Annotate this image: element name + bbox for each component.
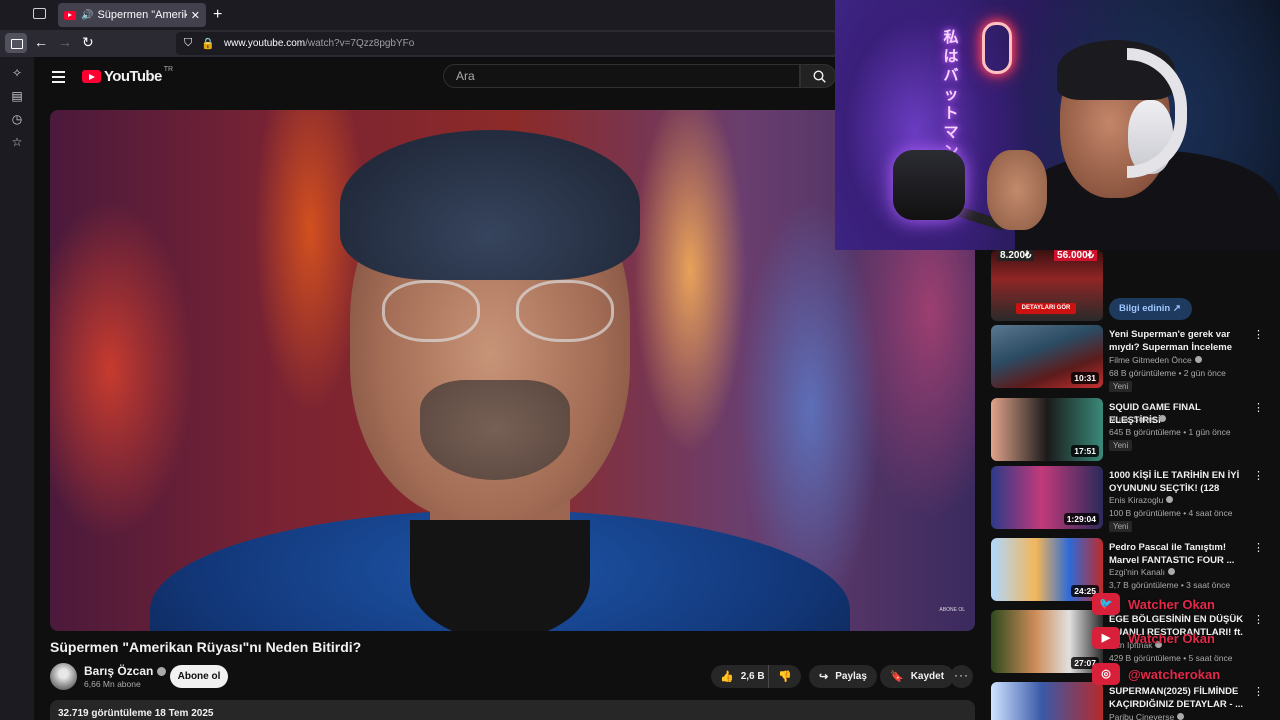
more-options-icon[interactable]: ⋮ <box>1253 328 1264 341</box>
neon-sign-text: 私はバットマン <box>943 29 959 160</box>
tab-title: Süpermen "Amerikan Rüyası"nı Neden Bitir… <box>97 9 187 21</box>
shield-icon[interactable]: ⛉ <box>184 37 192 50</box>
search-input[interactable]: Ara <box>443 64 800 88</box>
channel-name[interactable]: Barış Özcan <box>84 664 167 678</box>
share-icon: ↪ <box>819 671 829 683</box>
more-options-icon[interactable]: ⋮ <box>1253 613 1264 626</box>
browser-sidebar: ✧ ▤ ◷ ☆ <box>0 57 34 720</box>
youtube-logo[interactable]: YouTube TR <box>82 66 173 85</box>
video-thumbnail[interactable]: 27:07 <box>991 610 1103 673</box>
video-thumbnail[interactable]: 1:29:04 <box>991 466 1103 529</box>
video-thumbnail[interactable]: 10:31 <box>991 325 1103 388</box>
lock-icon[interactable]: 🔒 <box>201 37 215 50</box>
video-thumbnail[interactable] <box>991 682 1103 720</box>
youtube-play-icon <box>82 70 101 83</box>
social-youtube-overlay: ▶ Watcher Okan <box>1092 626 1215 650</box>
address-bar[interactable]: ⛉ 🔒 www.youtube.com/watch?v=7Qzz8pgbYFo <box>176 32 836 55</box>
description-box[interactable]: 32.719 görüntüleme 18 Tem 2025 <box>50 700 975 720</box>
microphone-icon <box>893 150 965 220</box>
history-icon[interactable]: ◷ <box>10 112 24 126</box>
external-link-icon: ↗ <box>1172 303 1181 314</box>
sidebar-toggle-icon[interactable] <box>5 33 27 53</box>
twitter-icon: 🐦 <box>1092 593 1120 615</box>
neon-logo-icon <box>982 22 1012 74</box>
recommendation-item[interactable]: 10:31 Yeni Superman'e gerek var mıydı? S… <box>991 325 1264 392</box>
instagram-icon: ◎ <box>1092 663 1120 685</box>
video-thumbnail[interactable]: 24:25 <box>991 538 1103 601</box>
verified-icon <box>1158 415 1166 422</box>
search-icon <box>813 70 826 83</box>
url-text: www.youtube.com/watch?v=7Qzz8pgbYFo <box>223 38 415 49</box>
new-badge: Yeni <box>1109 381 1133 392</box>
youtube-icon: ▶ <box>1092 627 1120 649</box>
dislike-button[interactable]: 👎 <box>769 670 801 683</box>
thumbs-down-icon: 👎 <box>778 671 792 683</box>
subscribe-watermark[interactable]: ABONE OL <box>939 607 965 613</box>
menu-icon[interactable] <box>52 71 65 86</box>
ad-details-button[interactable]: DETAYLARI GÖR <box>1016 303 1076 314</box>
like-button[interactable]: 👍 2,6 B <box>711 665 769 688</box>
like-dislike-group: 👍 2,6 B 👎 <box>711 665 801 688</box>
verified-icon <box>157 667 167 676</box>
close-tab-icon[interactable]: ✕ <box>191 9 200 22</box>
social-instagram-overlay: ◎ @watcherokan <box>1092 662 1220 686</box>
reload-icon[interactable]: ↻ <box>82 34 94 51</box>
streamer-webcam: 私はバットマン <box>835 0 1280 250</box>
more-options-icon[interactable]: ⋮ <box>1253 469 1264 482</box>
more-options-icon[interactable]: ⋮ <box>1253 685 1264 698</box>
verified-icon <box>1167 568 1175 575</box>
ad-thumbnail[interactable]: 8.200₺ 56.000₺ DETAYLARI GÖR <box>991 250 1103 321</box>
tab-list-icon[interactable] <box>33 8 46 19</box>
speaker-icon[interactable]: 🔊 <box>81 10 93 21</box>
recommendation-item[interactable]: 17:51 SQUID GAME FINAL ELEŞTİRİSİ Murat … <box>991 398 1264 462</box>
new-badge: Yeni <box>1109 521 1133 532</box>
new-tab-icon[interactable]: + <box>213 6 222 24</box>
verified-icon <box>1166 496 1174 503</box>
back-icon[interactable]: ← <box>34 34 48 50</box>
bookmarks-star-icon[interactable]: ☆ <box>10 135 24 149</box>
video-thumbnail[interactable]: 17:51 <box>991 398 1103 461</box>
save-button[interactable]: 🔖 Kaydet <box>880 665 955 688</box>
learn-more-button[interactable]: Bilgi edinin ↗ <box>1109 298 1192 320</box>
bookmark-icon: 🔖 <box>890 671 904 683</box>
more-options-icon[interactable]: ⋮ <box>1253 401 1264 414</box>
more-options-icon[interactable]: ⋮ <box>1253 541 1264 554</box>
thumbs-up-icon: 👍 <box>720 671 734 683</box>
forward-icon[interactable]: → <box>58 34 72 50</box>
synced-tabs-icon[interactable]: ▤ <box>10 89 24 103</box>
subscribe-button[interactable]: Abone ol <box>170 665 228 688</box>
verified-icon <box>1177 713 1185 720</box>
browser-tab-active[interactable]: 🔊 Süpermen "Amerikan Rüyası"nı Neden Bit… <box>58 3 206 27</box>
screen: 🔊 Süpermen "Amerikan Rüyası"nı Neden Bit… <box>0 0 1280 720</box>
subscriber-count: 6,66 Mn abone <box>84 679 141 689</box>
ai-chatbot-icon[interactable]: ✧ <box>10 66 24 80</box>
youtube-favicon-icon <box>64 10 76 20</box>
new-badge: Yeni <box>1109 440 1133 451</box>
recommendation-item[interactable]: 1:29:04 1000 KİŞİ İLE TARİHİN EN İYİ OYU… <box>991 466 1264 532</box>
channel-avatar[interactable] <box>50 663 77 690</box>
share-button[interactable]: ↪ Paylaş <box>809 665 877 688</box>
social-twitter-overlay: 🐦 Watcher Okan <box>1092 592 1215 616</box>
recommendation-item[interactable]: SUPERMAN(2025) FİLMİNDE KAÇIRDIĞINIZ DET… <box>991 682 1264 720</box>
search-button[interactable] <box>800 64 836 88</box>
more-actions-button[interactable]: ··· <box>950 665 973 688</box>
verified-icon <box>1194 356 1202 363</box>
video-title: Süpermen "Amerikan Rüyası"nı Neden Bitir… <box>50 639 362 655</box>
